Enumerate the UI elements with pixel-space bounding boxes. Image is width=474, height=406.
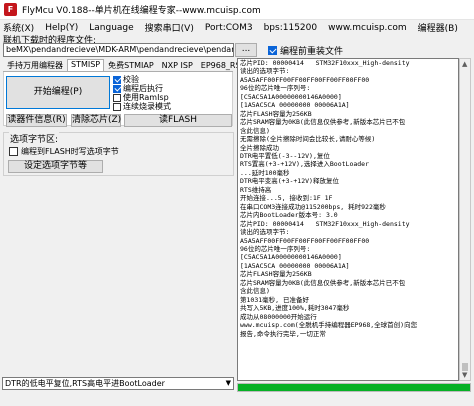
menu-baud-rate[interactable]: bps:115200	[264, 23, 318, 33]
chevron-down-icon[interactable]: ▼	[226, 378, 231, 389]
scroll-down-icon[interactable]: ▼	[462, 371, 467, 379]
menu-help[interactable]: Help(Y)	[45, 23, 78, 33]
verify-checkbox[interactable]	[113, 75, 121, 84]
programmer-tabs: 手持万用编程器 STMISP 免费STMIAP NXP ISP EP968_RS…	[3, 59, 256, 72]
reload-checkbox-label: 编程前重装文件	[280, 47, 344, 57]
start-programming-button[interactable]: 开始编程(P)	[6, 76, 110, 109]
log-scrollbar[interactable]: ▲ ▼	[459, 58, 471, 381]
menu-port[interactable]: Port:COM3	[205, 23, 253, 33]
option-bytes-title: 选项字节区:	[9, 132, 60, 145]
flymcu-app-icon: F	[4, 3, 17, 16]
log-text: 芯片PID: 00000414 STM32F10xxx_High-density…	[240, 59, 418, 338]
menu-website[interactable]: www.mcuisp.com	[328, 23, 407, 33]
menu-language[interactable]: Language	[89, 23, 133, 33]
log-output[interactable]: 芯片PID: 00000414 STM32F10xxx_High-density…	[237, 58, 459, 381]
boot-mode-select[interactable]: DTR的低电平复位,RTS高电平进BootLoader ▼	[2, 377, 234, 390]
continuous-burn-label: 连续烧录模式	[123, 102, 171, 111]
tab-nxp-isp[interactable]: NXP ISP	[158, 60, 197, 71]
program-option-bytes-label: 编程到FLASH时写选项字节	[21, 147, 119, 156]
status-bar	[0, 394, 474, 406]
window-title: FlyMcu V0.188--单片机在线编程专家--www.mcuisp.com	[22, 6, 261, 16]
tab-stmisp[interactable]: STMISP	[67, 59, 105, 71]
title-bar: F FlyMcu V0.188--单片机在线编程专家--www.mcuisp.c…	[0, 0, 474, 20]
use-ramisp-checkbox[interactable]	[113, 93, 121, 102]
boot-mode-value: DTR的低电平复位,RTS高电平进BootLoader	[5, 379, 165, 388]
scroll-thumb[interactable]	[462, 363, 468, 371]
program-file-path-input[interactable]: beMX\pendandrecieve\MDK-ARM\pendandrecie…	[3, 43, 234, 57]
continuous-burn-checkbox[interactable]	[113, 102, 121, 111]
program-option-bytes-option[interactable]: 编程到FLASH时写选项字节	[9, 146, 119, 157]
menu-programmer[interactable]: 编程器(B)	[418, 21, 458, 34]
reload-checkbox-box[interactable]	[268, 46, 277, 55]
erase-chip-button[interactable]: 清除芯片(Z)	[71, 114, 121, 127]
run-after-program-checkbox[interactable]	[113, 84, 121, 93]
continuous-burn-option[interactable]: 连续烧录模式	[113, 102, 171, 111]
program-options: 校验 编程后执行 使用RamIsp 连续烧录模式	[113, 75, 171, 111]
tab-free-stmiap[interactable]: 免费STMIAP	[104, 60, 158, 71]
menu-search-port[interactable]: 搜索串口(V)	[145, 21, 194, 34]
browse-file-button[interactable]: ...	[235, 43, 257, 57]
progress-bar	[237, 383, 471, 392]
set-option-bytes-button[interactable]: 设定选项字节等	[8, 160, 103, 173]
read-device-info-button[interactable]: 读器件信息(R)	[6, 114, 67, 127]
scroll-up-icon[interactable]: ▲	[462, 60, 467, 68]
program-option-bytes-checkbox[interactable]	[9, 147, 18, 156]
progress-fill	[238, 384, 470, 391]
read-flash-button[interactable]: 读FLASH	[124, 114, 232, 127]
reload-before-program-checkbox[interactable]: 编程前重装文件	[268, 44, 343, 57]
tab-handheld-programmer[interactable]: 手持万用编程器	[3, 60, 67, 71]
